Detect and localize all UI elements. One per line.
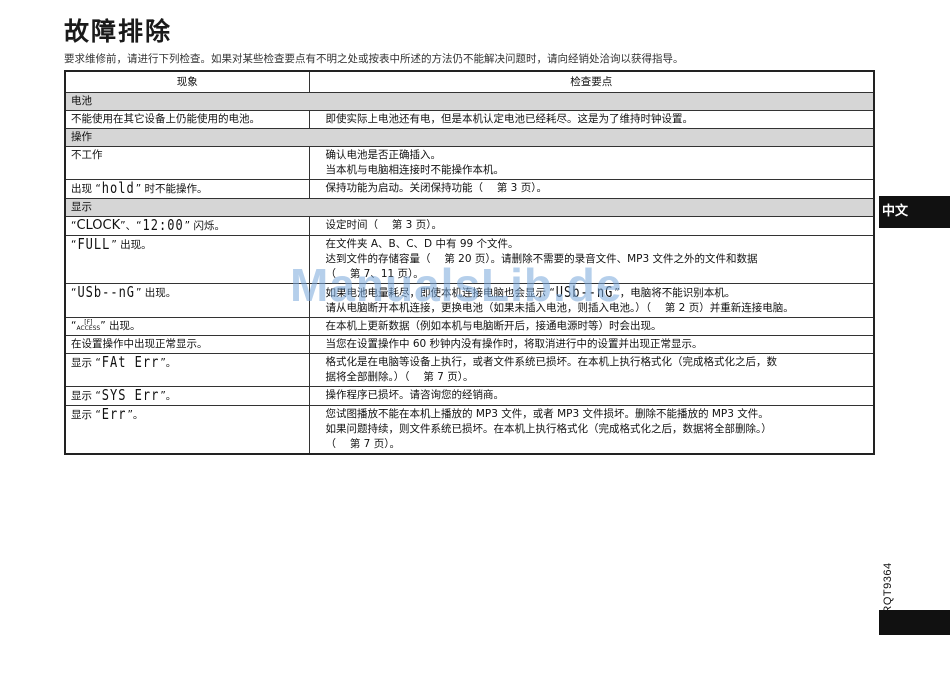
lcd-time-display: 12:00 <box>142 216 184 234</box>
lcd-usb-ng-display: USb--nG <box>77 283 136 301</box>
lcd-access-label: ACCESS <box>76 325 101 332</box>
symptom-text: “ <box>71 239 77 251</box>
intro-text: 要求维修前，请进行下列检查。如果对某些检查要点有不明之处或按表中所述的方法仍不能… <box>64 53 684 65</box>
edge-bar <box>879 610 950 635</box>
symptom-text: ” 闪烁。 <box>184 220 225 232</box>
check-line: 如果问题持续，则文件系统已损坏。在本机上执行格式化（完成格式化之后，数据将全部删… <box>325 423 772 435</box>
symptom-cell: 出现 “hold” 时不能操作。 <box>64 179 310 199</box>
symptom-cell: 不能使用在其它设备上仍能使用的电池。 <box>64 110 310 129</box>
check-cell: 确认电池是否正确插入。 当本机与电脑相连接时不能操作本机。 <box>308 146 875 180</box>
symptom-text: 显示 “ <box>71 390 101 402</box>
symptom-cell: 显示 “FAt Err”。 <box>64 353 310 387</box>
section-title: 电池 <box>64 92 875 111</box>
table-row: 显示 “SYS Err”。 操作程序已损坏。请咨询您的经销商。 <box>64 386 875 406</box>
header-check-points: 检查要点 <box>308 70 875 93</box>
header-symptom: 现象 <box>64 70 310 93</box>
section-row-display: 显示 <box>64 198 875 217</box>
check-line: 据将全部删除。）（ 第 7 页）。 <box>325 371 474 383</box>
check-cell: 如果电池电量耗尽，即使本机连接电脑也会显示 “USb--nG”，电脑将不能识别本… <box>308 283 875 318</box>
check-line: 格式化是在电脑等设备上执行，或者文件系统已损坏。在本机上执行格式化（完成格式化之… <box>325 356 778 368</box>
lcd-hold-display: hold <box>101 179 135 197</box>
symptom-cell: 在设置操作中出现正常显示。 <box>64 335 310 354</box>
table-row: 不工作 确认电池是否正确插入。 当本机与电脑相连接时不能操作本机。 <box>64 146 875 180</box>
document-code: RQT9364 <box>882 562 894 614</box>
check-line: （ 第 7 页）。 <box>325 438 400 450</box>
check-cell: 保持功能为启动。关闭保持功能（ 第 3 页）。 <box>308 179 875 199</box>
lcd-access-display: [F] ACCESS <box>76 320 100 332</box>
table-header-row: 现象 检查要点 <box>64 70 875 93</box>
section-title: 显示 <box>64 198 875 217</box>
table-row: 不能使用在其它设备上仍能使用的电池。 即使实际上电池还有电，但是本机认定电池已经… <box>64 110 875 129</box>
symptom-cell: 显示 “SYS Err”。 <box>64 386 310 406</box>
check-text: ”，电脑将不能识别本机。 <box>614 287 736 299</box>
page-title: 故障排除 <box>64 17 173 46</box>
symptom-text: ”、“ <box>120 220 142 232</box>
symptom-text: ”。 <box>160 357 177 369</box>
symptom-cell: “[F] ACCESS” 出现。 <box>64 317 310 336</box>
table-row: “CLOCK”、“12:00” 闪烁。 设定时间（ 第 3 页）。 <box>64 216 875 236</box>
symptom-text: “ <box>71 287 77 299</box>
check-line: 当本机与电脑相连接时不能操作本机。 <box>325 164 505 176</box>
symptom-text: ”。 <box>127 409 144 421</box>
symptom-cell: “FULL” 出现。 <box>64 235 310 284</box>
language-tab: 中文 <box>879 196 950 228</box>
symptom-text: 显示 “ <box>71 357 101 369</box>
symptom-cell: 显示 “Err”。 <box>64 405 310 455</box>
check-cell: 格式化是在电脑等设备上执行，或者文件系统已损坏。在本机上执行格式化（完成格式化之… <box>308 353 875 387</box>
check-line: 确认电池是否正确插入。 <box>325 149 442 161</box>
check-cell: 您试图播放不能在本机上播放的 MP3 文件，或者 MP3 文件损坏。删除不能播放… <box>308 405 875 455</box>
check-cell: 设定时间（ 第 3 页）。 <box>308 216 875 236</box>
lcd-err-display: Err <box>101 405 127 423</box>
lcd-full-display: FULL <box>77 235 111 253</box>
section-row-battery: 电池 <box>64 92 875 111</box>
check-cell: 即使实际上电池还有电，但是本机认定电池已经耗尽。这是为了维持时钟设置。 <box>308 110 875 129</box>
troubleshooting-table: 现象 检查要点 电池 不能使用在其它设备上仍能使用的电池。 即使实际上电池还有电… <box>64 70 875 455</box>
check-cell: 当您在设置操作中 60 秒钟内没有操作时，将取消进行中的设置并出现正常显示。 <box>308 335 875 354</box>
table-row: “USb--nG” 出现。 如果电池电量耗尽，即使本机连接电脑也会显示 “USb… <box>64 283 875 318</box>
symptom-text: ” 时不能操作。 <box>135 183 208 195</box>
lcd-fat-err-display: FAt Err <box>101 353 160 371</box>
table-row: 显示 “Err”。 您试图播放不能在本机上播放的 MP3 文件，或者 MP3 文… <box>64 405 875 455</box>
symptom-text: ” 出现。 <box>100 320 141 332</box>
symptom-text: ”。 <box>160 390 177 402</box>
table-row: 出现 “hold” 时不能操作。 保持功能为启动。关闭保持功能（ 第 3 页）。 <box>64 179 875 199</box>
symptom-text: 显示 “ <box>71 409 101 421</box>
symptom-text: ” 出现。 <box>111 239 152 251</box>
table-row: 在设置操作中出现正常显示。 当您在设置操作中 60 秒钟内没有操作时，将取消进行… <box>64 335 875 354</box>
check-line: 您试图播放不能在本机上播放的 MP3 文件，或者 MP3 文件损坏。删除不能播放… <box>325 408 769 420</box>
check-line: 达到文件的存储容量（ 第 20 页）。请删除不需要的录音文件、MP3 文件之外的… <box>325 253 758 265</box>
check-cell: 在本机上更新数据（例如本机与电脑断开后，接通电源时等）时会出现。 <box>308 317 875 336</box>
table-row: “FULL” 出现。 在文件夹 A、B、C、D 中有 99 个文件。 达到文件的… <box>64 235 875 284</box>
check-line: 在文件夹 A、B、C、D 中有 99 个文件。 <box>325 238 519 250</box>
lcd-usb-ng-display: USb--nG <box>555 283 614 301</box>
check-line: （ 第 7、11 页）。 <box>325 268 424 280</box>
symptom-text: 出现 “ <box>71 183 101 195</box>
check-text: 如果电池电量耗尽，即使本机连接电脑也会显示 “ <box>325 287 555 299</box>
clock-label: CLOCK <box>76 218 121 233</box>
lcd-sys-err-display: SYS Err <box>101 386 160 404</box>
table-row: “[F] ACCESS” 出现。 在本机上更新数据（例如本机与电脑断开后，接通电源… <box>64 317 875 336</box>
section-row-operation: 操作 <box>64 128 875 147</box>
section-title: 操作 <box>64 128 875 147</box>
check-cell: 在文件夹 A、B、C、D 中有 99 个文件。 达到文件的存储容量（ 第 20 … <box>308 235 875 284</box>
check-line: 请从电脑断开本机连接，更换电池（如果未插入电池，则插入电池。）（ 第 2 页）并… <box>325 302 794 314</box>
check-cell: 操作程序已损坏。请咨询您的经销商。 <box>308 386 875 406</box>
check-line: 如果电池电量耗尽，即使本机连接电脑也会显示 “USb--nG”，电脑将不能识别本… <box>325 283 869 301</box>
symptom-cell: “USb--nG” 出现。 <box>64 283 310 318</box>
symptom-cell: 不工作 <box>64 146 310 180</box>
symptom-cell: “CLOCK”、“12:00” 闪烁。 <box>64 216 310 236</box>
table-row: 显示 “FAt Err”。 格式化是在电脑等设备上执行，或者文件系统已损坏。在本… <box>64 353 875 387</box>
symptom-text: ” 出现。 <box>136 287 177 299</box>
